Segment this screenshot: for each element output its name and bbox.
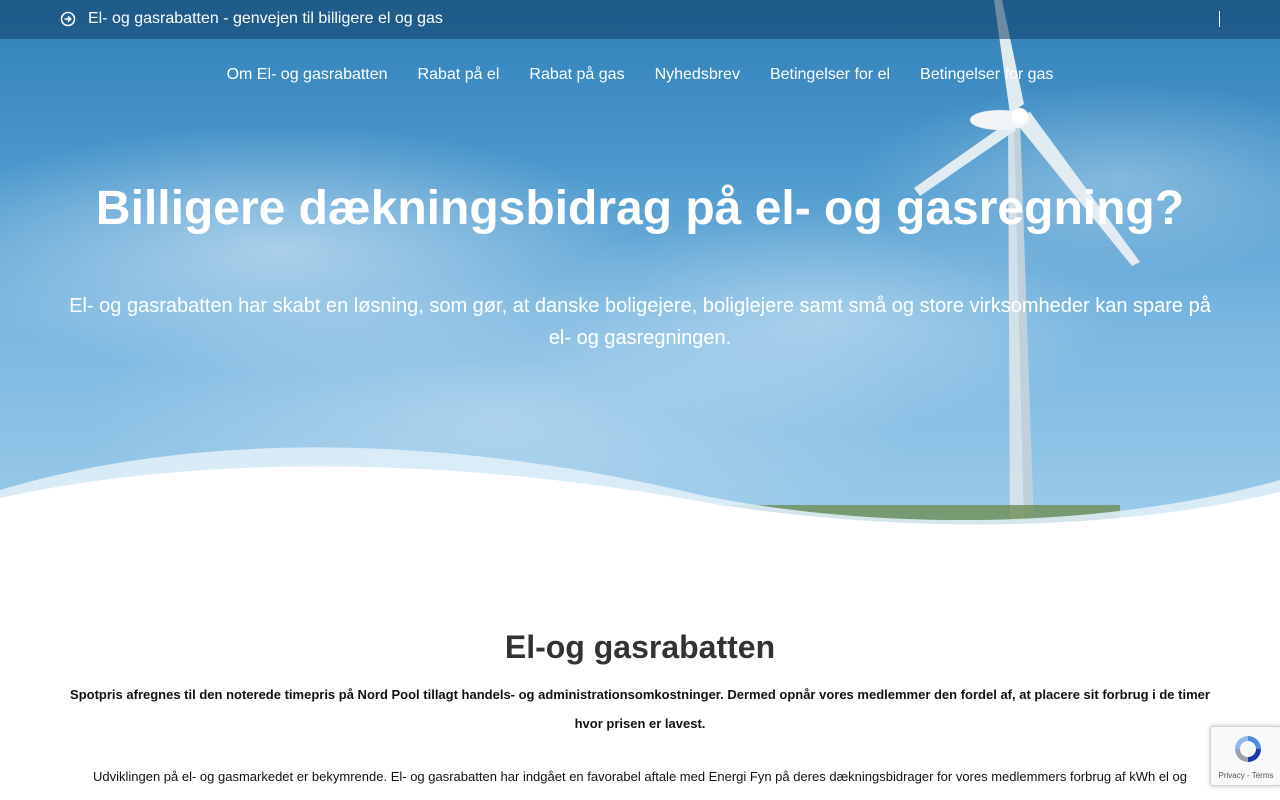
nav-item-nyhedsbrev[interactable]: Nyhedsbrev (655, 64, 740, 88)
hero-wave-divider (0, 447, 1280, 540)
recaptcha-icon (1235, 736, 1261, 762)
section-title: El-og gasrabatten (504, 629, 776, 665)
arrow-circle-right-icon (60, 11, 76, 27)
topbar-tagline: El- og gasrabatten - genvejen til billig… (88, 10, 443, 27)
lead-paragraph: Spotpris afregnes til den noterede timep… (70, 687, 1210, 731)
nav-item-rabat-el[interactable]: Rabat på el (418, 64, 500, 88)
nav-item-om[interactable]: Om El- og gasrabatten (227, 64, 388, 88)
hero-title: Billigere dækningsbidrag på el- og gasre… (95, 182, 1185, 235)
recaptcha-badge[interactable]: Privacy - Terms (1210, 726, 1280, 786)
recaptcha-links[interactable]: Privacy - Terms (1211, 771, 1280, 781)
main-nav: Om El- og gasrabatten Rabat på el Rabat … (0, 64, 1280, 88)
topbar-divider (1219, 11, 1220, 27)
nav-item-betingelser-el[interactable]: Betingelser for el (770, 64, 890, 88)
nav-item-rabat-gas[interactable]: Rabat på gas (529, 64, 624, 88)
top-bar: El- og gasrabatten - genvejen til billig… (0, 0, 1280, 39)
nav-item-betingelser-gas[interactable]: Betingelser for gas (920, 64, 1053, 88)
body-paragraph: Udviklingen på el- og gasmarkedet er bek… (92, 769, 1188, 784)
hero-subtitle: El- og gasrabatten har skabt en løsning,… (69, 295, 1211, 349)
